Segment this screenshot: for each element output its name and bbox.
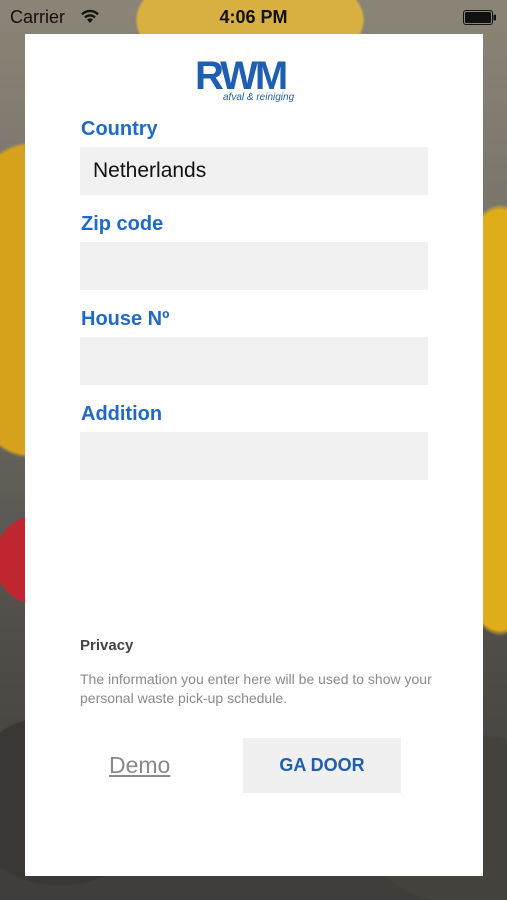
status-time: 4:06 PM	[219, 7, 288, 27]
privacy-title: Privacy	[80, 637, 134, 654]
house-number-field[interactable]	[80, 337, 428, 385]
status-bar: Carrier 4:06 PM	[0, 0, 507, 34]
logo-tagline: afval & reiniging	[223, 92, 295, 103]
battery-icon	[463, 10, 496, 25]
zip-code-label: Zip code	[81, 213, 164, 235]
rwm-logo: RWM afval & reiniging	[195, 56, 319, 108]
rwm-logo-mark: RWM	[195, 56, 289, 96]
demo-link[interactable]: Demo	[109, 752, 170, 779]
setup-card: RWM afval & reiniging Country Zip code H…	[25, 34, 483, 876]
logo-text: RWM	[195, 56, 286, 96]
addition-label: Addition	[81, 403, 163, 425]
continue-button[interactable]: GA DOOR	[243, 738, 401, 793]
country-label: Country	[81, 118, 158, 140]
house-number-label: House Nº	[81, 308, 170, 330]
zip-code-field[interactable]	[80, 242, 428, 290]
country-field[interactable]	[80, 147, 428, 195]
privacy-text: The information you enter here will be u…	[80, 671, 432, 706]
addition-field[interactable]	[80, 432, 428, 480]
